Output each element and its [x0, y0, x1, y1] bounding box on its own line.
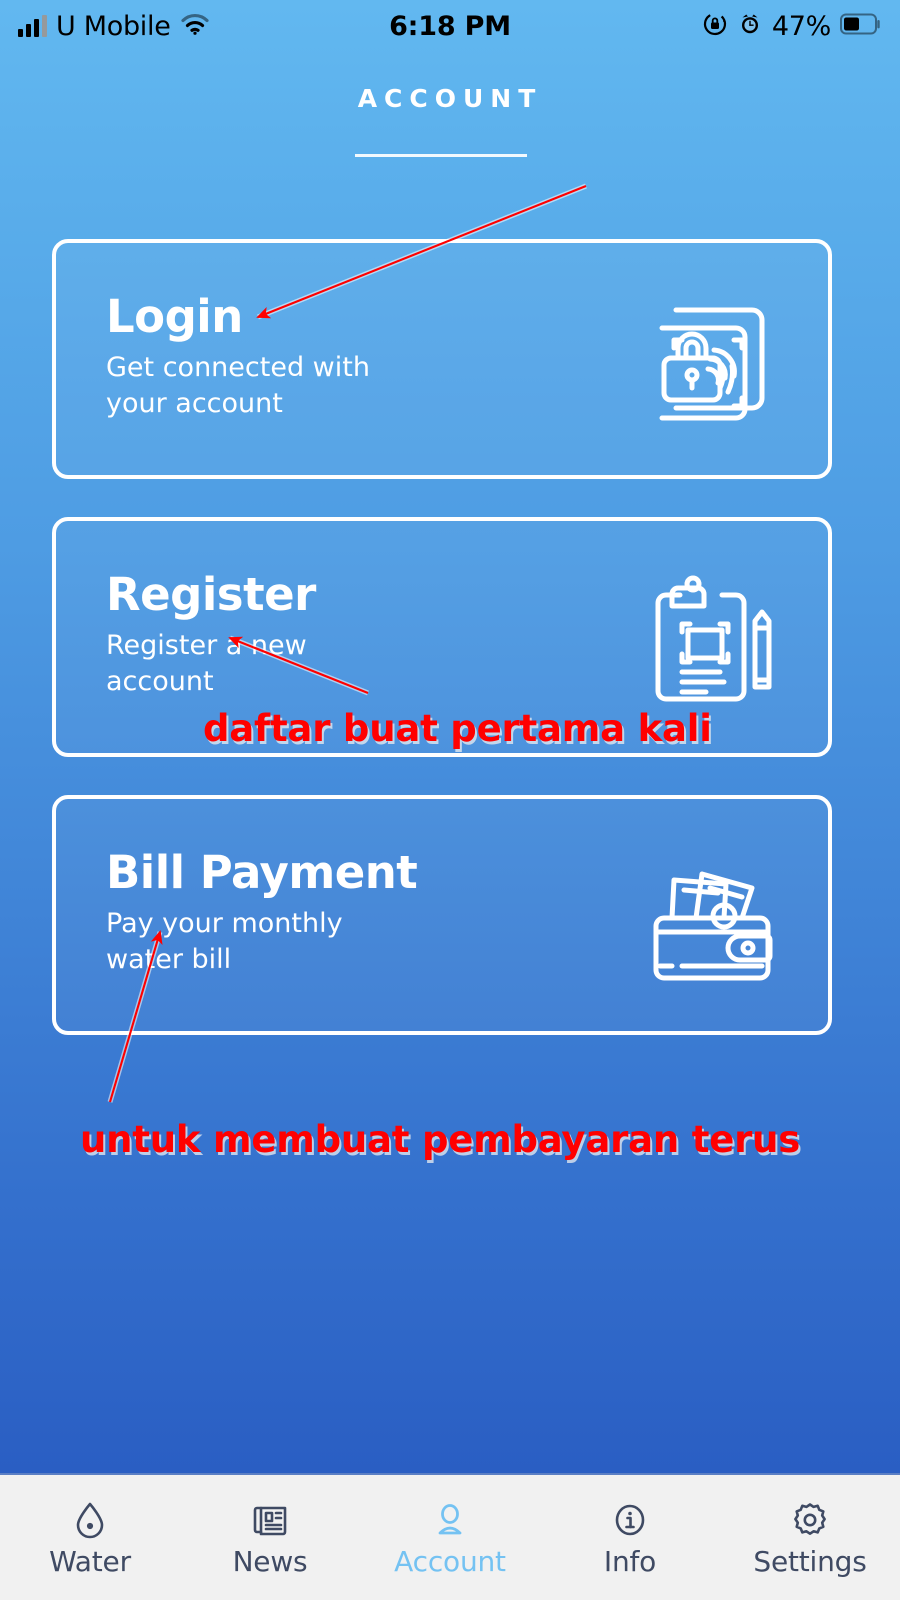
tab-account[interactable]: Account — [360, 1475, 540, 1600]
status-bar: U Mobile 6:18 PM 47% — [0, 0, 900, 52]
battery-icon — [840, 13, 882, 39]
card-login-title: Login — [106, 290, 243, 343]
cellular-bars-icon — [18, 15, 47, 37]
bottom-tab-bar: Water News Account Info Settings — [0, 1473, 900, 1600]
tab-water-label: Water — [49, 1545, 131, 1578]
tab-water[interactable]: Water — [0, 1475, 180, 1600]
card-register-text: Register Register a new account — [106, 571, 536, 700]
tab-account-label: Account — [394, 1545, 506, 1578]
carrier-label: U Mobile — [56, 10, 171, 42]
person-icon — [429, 1499, 471, 1541]
card-login-subtitle: Get connected with your account — [106, 352, 370, 419]
status-bar-right: 47% — [702, 11, 882, 42]
card-login[interactable]: Login Get connected with your account — [52, 239, 832, 479]
tab-info[interactable]: Info — [540, 1475, 720, 1600]
title-divider — [355, 154, 527, 157]
tab-news-label: News — [232, 1545, 308, 1578]
fingerprint-lock-scan-icon — [636, 284, 786, 434]
alarm-clock-icon — [737, 11, 763, 41]
card-register-title: Register — [106, 568, 316, 621]
status-bar-left: U Mobile — [18, 11, 210, 42]
info-circle-icon — [609, 1499, 651, 1541]
tab-info-label: Info — [603, 1545, 657, 1578]
card-bill-payment-subtitle: Pay your monthly water bill — [106, 908, 343, 975]
wallet-cash-icon — [636, 840, 786, 990]
card-bill-payment-text: Bill Payment Pay your monthly water bill — [106, 849, 536, 978]
page-title: ACCOUNT — [357, 84, 543, 113]
tab-news[interactable]: News — [180, 1475, 360, 1600]
card-bill-payment-title: Bill Payment — [106, 846, 418, 899]
card-bill-payment[interactable]: Bill Payment Pay your monthly water bill — [52, 795, 832, 1035]
card-login-text: Login Get connected with your account — [106, 293, 536, 422]
annotation-text-register: daftar buat pertama kali — [203, 707, 712, 750]
card-register-subtitle: Register a new account — [106, 630, 307, 697]
battery-percent-label: 47% — [771, 10, 831, 42]
tab-settings[interactable]: Settings — [720, 1475, 900, 1600]
clipboard-pencil-icon — [636, 562, 786, 712]
water-drop-icon — [69, 1499, 111, 1541]
newspaper-icon — [249, 1499, 291, 1541]
gear-icon — [789, 1499, 831, 1541]
tab-settings-label: Settings — [753, 1545, 867, 1578]
annotation-text-bill-payment: untuk membuat pembayaran terus — [80, 1118, 801, 1161]
wifi-icon — [180, 12, 210, 40]
rotation-lock-icon — [702, 11, 728, 41]
app-screen: U Mobile 6:18 PM 47% ACCOUNT Login Get c… — [0, 0, 900, 1600]
